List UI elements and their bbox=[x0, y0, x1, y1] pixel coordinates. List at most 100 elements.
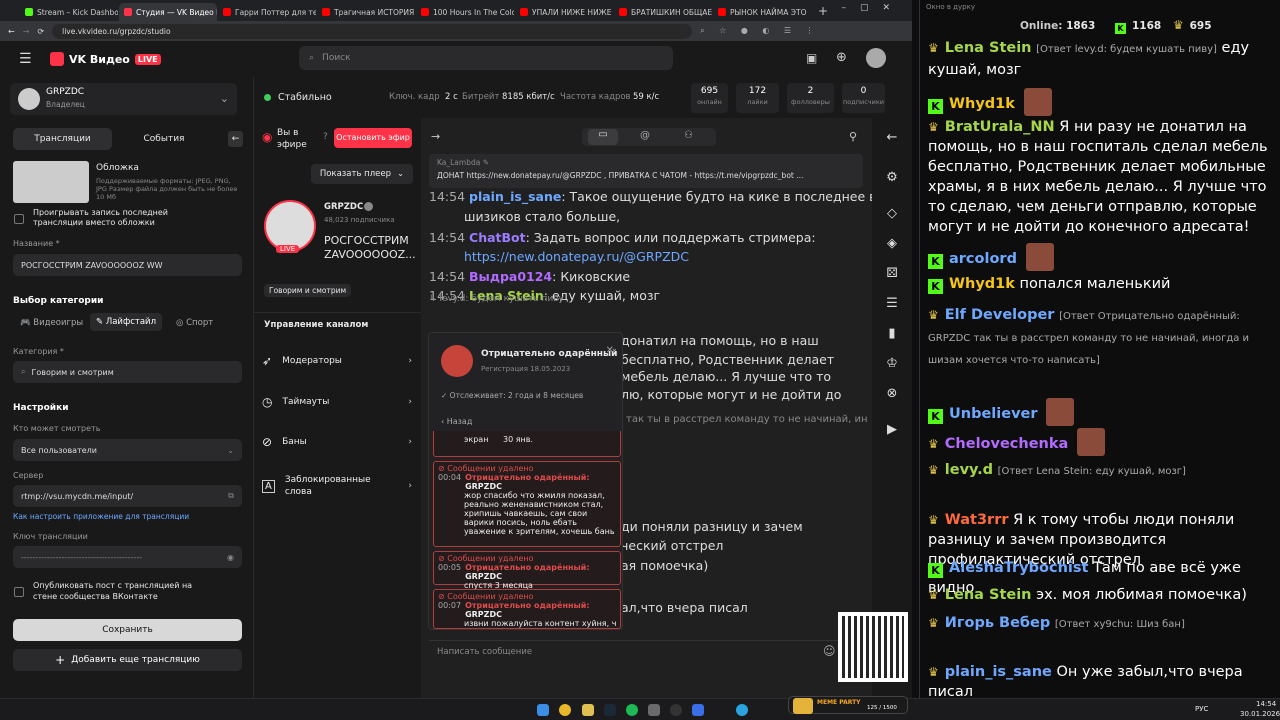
browser-tab[interactable]: РЫНОК НАЙМА ЭТО✕ bbox=[713, 3, 811, 21]
blocked-words-item[interactable]: A Заблокированные слова › bbox=[262, 468, 412, 504]
trophy-icon[interactable]: ♔ bbox=[884, 356, 900, 372]
chat-message[interactable]: донатил на помощь, но в наш bbox=[621, 333, 819, 348]
back-icon[interactable]: ← bbox=[8, 27, 15, 36]
chat-message[interactable]: ал,что вчера писал bbox=[621, 600, 748, 615]
name-input[interactable]: РОСГОССТРИМ ZAVOOOOOOZ WW bbox=[13, 254, 242, 276]
steam-icon[interactable] bbox=[604, 704, 616, 716]
tab-streams[interactable]: Трансляции bbox=[13, 128, 112, 150]
diamond-icon[interactable]: ◇ bbox=[884, 206, 900, 222]
chat-message[interactable]: шизиков стало больше, bbox=[464, 209, 620, 224]
chat-message[interactable]: 14:54 Выдра0124: Киковские bbox=[429, 269, 630, 284]
gear-icon[interactable]: ⚙ bbox=[884, 170, 900, 186]
message-author[interactable]: ChatBot bbox=[469, 230, 526, 245]
browser-tab[interactable]: Студия — VK Видео Live✕ bbox=[119, 3, 217, 21]
avatar[interactable] bbox=[866, 48, 886, 68]
category-input[interactable]: ⌕ Говорим и смотрим bbox=[13, 361, 242, 383]
browser-tab[interactable]: УПАЛИ НИЖЕ НИЖЕ✕ bbox=[515, 3, 613, 21]
cancel-icon[interactable]: ⊗ bbox=[884, 386, 900, 402]
save-button[interactable]: Сохранить bbox=[13, 619, 242, 641]
deleted-message[interactable]: ⊘ Сообщении удалено 00:04 Отрицательно од… bbox=[433, 461, 621, 547]
show-player-button[interactable]: Показать плеер ⌄ bbox=[311, 164, 413, 184]
stop-stream-button[interactable]: Остановить эфир bbox=[334, 128, 412, 148]
app-icon[interactable] bbox=[692, 704, 704, 716]
mention-icon[interactable]: @ bbox=[640, 130, 650, 141]
chat-input[interactable]: Написать сообщение bbox=[429, 640, 849, 664]
studio-icon[interactable]: ▣ bbox=[806, 51, 817, 65]
cat-lifestyle[interactable]: ✎ Лайфстайл bbox=[90, 313, 163, 331]
media-icon[interactable]: ▶ bbox=[884, 422, 900, 438]
browser-tab[interactable]: БРАТИШКИН ОБЩАЕ✕ bbox=[614, 3, 712, 21]
message-author[interactable]: Выдра0124 bbox=[469, 269, 552, 284]
browser-tab[interactable]: Трагичная ИСТОРИЯ✕ bbox=[317, 3, 415, 21]
chat-message[interactable]: ая помоечка) bbox=[621, 558, 708, 573]
emoji-icon[interactable]: ☺ bbox=[823, 644, 836, 658]
explorer-icon[interactable] bbox=[582, 704, 594, 716]
browser-tab[interactable]: Stream – Kick Dashboard✕ bbox=[20, 3, 118, 21]
chat-message[interactable]: мебель делаю... Я лучше что то bbox=[621, 369, 831, 384]
chat-message[interactable]: лю, которые могут и не дойти до bbox=[621, 387, 841, 402]
windows-start-icon[interactable] bbox=[537, 704, 549, 716]
chat-message[interactable]: ческий отстрел bbox=[621, 538, 723, 553]
url-input[interactable]: live.vkvideo.ru/grpzdc/studio bbox=[52, 23, 693, 39]
chat-message[interactable]: 14:54 ChatBot: Задать вопрос или поддерж… bbox=[429, 230, 816, 245]
add-icon[interactable]: ⊕ bbox=[836, 50, 847, 65]
chat-message[interactable]: бесплатно, Родственник делает bbox=[621, 352, 834, 367]
chat-message[interactable]: 14:54 plain_is_sane: Такое ощущение будт… bbox=[429, 189, 872, 204]
dice-icon[interactable]: ⚄ bbox=[884, 266, 900, 282]
publish-checkbox[interactable] bbox=[14, 587, 24, 597]
replay-checkbox[interactable] bbox=[14, 214, 24, 224]
telegram-icon[interactable] bbox=[736, 704, 748, 716]
owner-card[interactable]: GRPZDC Владелец ⌄ bbox=[10, 83, 237, 115]
keyframe-label: Ключ. кадр bbox=[389, 92, 440, 102]
language-indicator[interactable]: РУС bbox=[1195, 705, 1208, 713]
close-icon[interactable]: ✕ bbox=[606, 345, 614, 356]
expand-icon[interactable]: → bbox=[431, 130, 440, 143]
moderators-item[interactable]: ➶ Модераторы › bbox=[262, 346, 412, 376]
cover-image[interactable] bbox=[13, 161, 89, 203]
help-icon[interactable]: ? bbox=[323, 132, 328, 142]
eye-icon[interactable]: ◉ bbox=[227, 553, 234, 562]
back-button[interactable]: ‹ Назад bbox=[441, 417, 472, 426]
pinned-message[interactable]: Ka_Lambda ✎ ДОНАТ https://new.donatepay.… bbox=[429, 154, 863, 188]
vk-logo[interactable]: VK Видео LIVE bbox=[50, 52, 161, 66]
app-icon[interactable] bbox=[648, 704, 660, 716]
gem-icon[interactable]: ◈ bbox=[884, 236, 900, 252]
chat-message[interactable]: ди поняли разницу и зачем bbox=[621, 519, 803, 534]
timeouts-item[interactable]: ◷ Таймауты › bbox=[262, 387, 412, 417]
chat-bubble-icon[interactable]: ▭ bbox=[588, 129, 618, 145]
spotify-icon[interactable] bbox=[626, 704, 638, 716]
users-icon[interactable]: ⚇ bbox=[684, 130, 693, 141]
extensions-icons[interactable]: ⌕ ☆ ● ◐ ☰ ⋮ bbox=[700, 26, 820, 36]
search-input[interactable]: ⌕ Поиск bbox=[299, 46, 673, 70]
back-arrow-icon[interactable]: ← bbox=[884, 130, 900, 146]
deleted-message[interactable]: ⊘ Сообщении удалено 00:05 Отрицательно од… bbox=[433, 551, 621, 590]
setup-link[interactable]: Как настроить приложение для трансляции bbox=[13, 512, 189, 521]
back-arrow-icon[interactable]: ← bbox=[228, 131, 243, 147]
forward-icon[interactable]: → bbox=[23, 27, 30, 36]
stats-icon[interactable]: ▮ bbox=[884, 326, 900, 342]
close-icon[interactable]: ✕ bbox=[810, 8, 811, 17]
deleted-message[interactable]: ⊘ Сообщении удалено 00:07 Отрицательно од… bbox=[433, 589, 621, 629]
server-field[interactable]: rtmp://vsu.mycdn.me/input/⧉ bbox=[13, 485, 242, 507]
category-tag[interactable]: Говорим и смотрим bbox=[264, 284, 352, 297]
window-controls[interactable]: –▢✕ bbox=[841, 3, 904, 13]
new-tab-button[interactable]: + bbox=[818, 4, 828, 18]
stream-key-field[interactable]: ----------------------------------------… bbox=[13, 546, 242, 568]
who-select[interactable]: Все пользователи ⌄ bbox=[13, 439, 242, 461]
copy-icon[interactable]: ⧉ bbox=[228, 491, 234, 501]
cat-sport[interactable]: ◎ Спорт bbox=[176, 318, 213, 328]
reload-icon[interactable]: ⟳ bbox=[37, 27, 44, 36]
pin-icon[interactable]: ⚲ bbox=[849, 130, 857, 143]
obs-icon[interactable] bbox=[670, 704, 682, 716]
list-icon[interactable]: ☰ bbox=[884, 296, 900, 312]
browser-tab[interactable]: 100 Hours In The Colds✕ bbox=[416, 3, 514, 21]
browser-tab[interactable]: Гарри Поттер для тех✕ bbox=[218, 3, 316, 21]
cat-games[interactable]: 🎮 Видеоигры bbox=[20, 318, 83, 328]
message-author[interactable]: plain_is_sane bbox=[469, 189, 561, 204]
tab-events[interactable]: События bbox=[118, 128, 210, 150]
menu-icon[interactable]: ☰ bbox=[19, 51, 32, 67]
chat-message[interactable]: https://new.donatepay.ru/@GRPZDC bbox=[464, 249, 689, 264]
chrome-icon[interactable] bbox=[559, 704, 571, 716]
bans-item[interactable]: ⊘ Баны › bbox=[262, 427, 412, 457]
add-stream-button[interactable]: + Добавить еще трансляцию bbox=[13, 649, 242, 671]
